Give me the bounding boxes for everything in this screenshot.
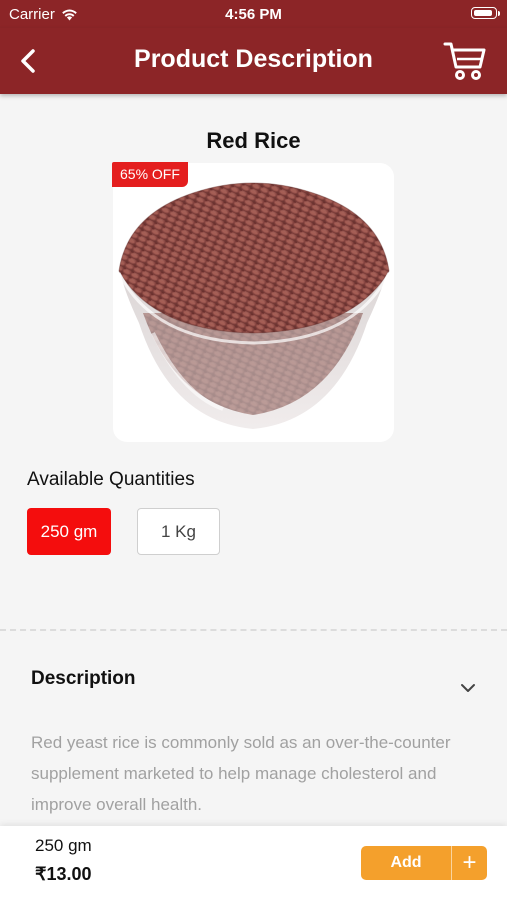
product-name: Red Rice bbox=[206, 128, 301, 153]
quantity-option-250gm[interactable]: 250 gm bbox=[27, 508, 111, 555]
status-time: 4:56 PM bbox=[225, 6, 282, 23]
section-divider bbox=[0, 629, 507, 631]
quantity-option-1kg[interactable]: 1 Kg bbox=[137, 508, 220, 555]
shopping-cart-icon[interactable] bbox=[443, 40, 487, 82]
status-bar: Carrier 4:56 PM bbox=[0, 0, 507, 28]
battery-icon bbox=[471, 7, 500, 19]
selected-quantity: 250 gm bbox=[35, 836, 92, 855]
add-to-cart-button[interactable]: Add + bbox=[361, 846, 487, 880]
product-price: ₹13.00 bbox=[35, 864, 92, 884]
red-rice-bowl-image bbox=[117, 182, 391, 429]
description-title: Description bbox=[31, 668, 136, 689]
page-title: Product Description bbox=[134, 45, 373, 73]
header-bar: Product Description bbox=[0, 28, 507, 94]
quantity-option-label: 250 gm bbox=[40, 521, 98, 541]
plus-icon[interactable]: + bbox=[451, 846, 487, 880]
description-text: Red yeast rice is commonly sold as an ov… bbox=[31, 733, 451, 814]
available-quantities-title: Available Quantities bbox=[27, 469, 195, 490]
add-button-label: Add bbox=[390, 854, 422, 871]
discount-badge: 65% OFF bbox=[112, 162, 188, 187]
product-image bbox=[113, 163, 394, 442]
chevron-down-icon[interactable] bbox=[459, 682, 477, 694]
quantity-option-label: 1 Kg bbox=[161, 521, 196, 541]
bottom-cart-bar: 250 gm ₹13.00 Add + bbox=[0, 826, 507, 900]
